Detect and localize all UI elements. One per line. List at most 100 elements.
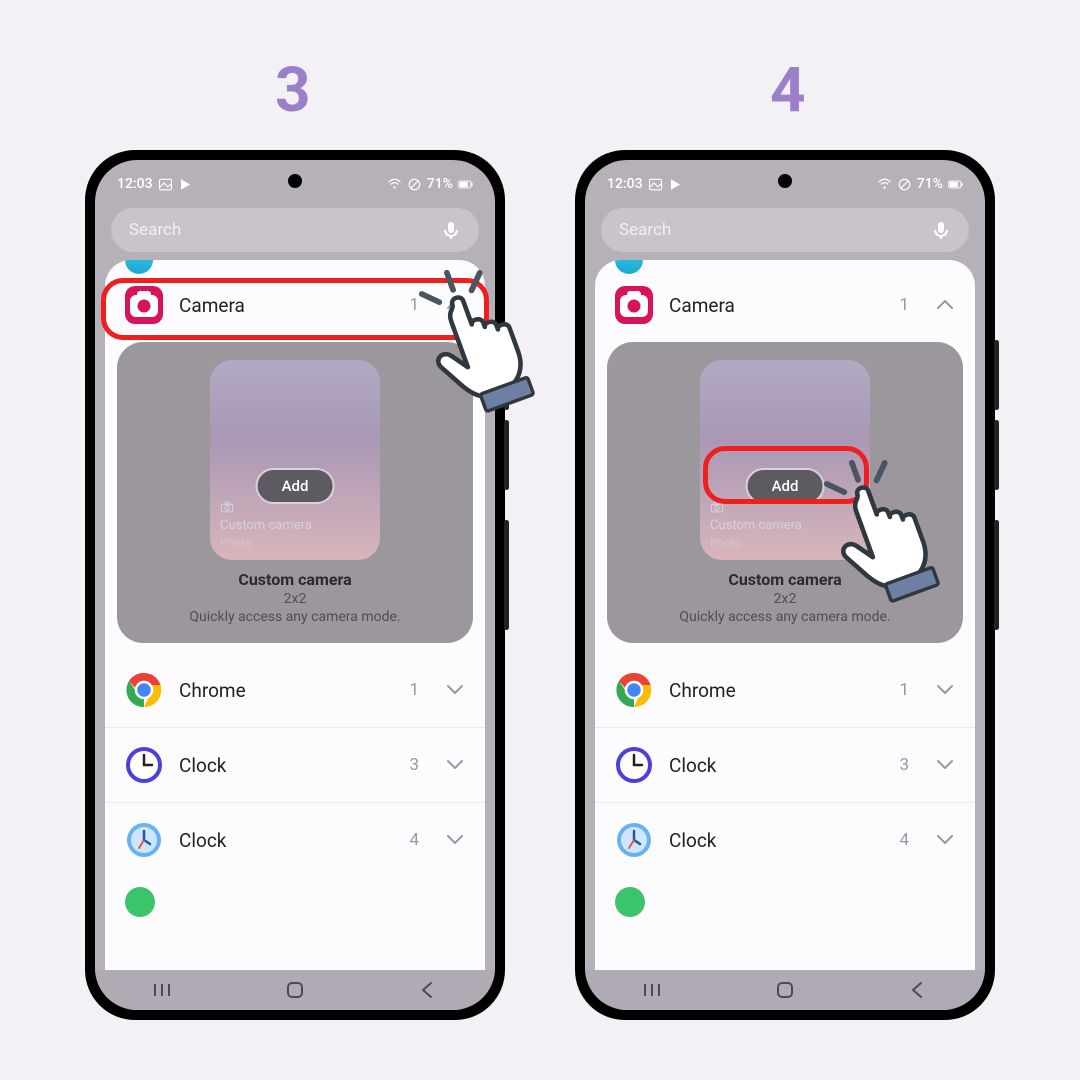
add-widget-button[interactable]: Add (256, 468, 335, 504)
camera-row-count: 1 (409, 295, 419, 315)
step-number-3: 3 (275, 54, 311, 127)
camera-row[interactable]: Camera 1 (595, 260, 975, 342)
status-time: 12:03 (117, 176, 153, 192)
widget-preview[interactable]: Add Custom camera Photo (210, 360, 380, 560)
chevron-down-icon (935, 755, 955, 775)
clock-google-row[interactable]: Clock 4 (105, 803, 485, 877)
camera-app-icon (125, 286, 163, 324)
chrome-row-label: Chrome (179, 679, 246, 702)
chevron-down-icon (445, 680, 465, 700)
widget-size: 2x2 (137, 591, 453, 607)
clock-google-icon (125, 821, 163, 859)
next-app-peek (615, 887, 645, 917)
clock-samsung-icon (125, 746, 163, 784)
clock-samsung-icon (615, 746, 653, 784)
battery-percent: 71% (427, 176, 453, 192)
gallery-icon (648, 177, 663, 192)
camera-app-icon (615, 286, 653, 324)
volume-down-button[interactable] (994, 420, 999, 490)
search-bar[interactable]: Search (111, 208, 479, 252)
widget-list-panel: Camera 1 Add Custom camera Photo Custom … (595, 260, 975, 970)
search-placeholder: Search (619, 220, 671, 240)
add-widget-button[interactable]: Add (746, 468, 825, 504)
step-number-4: 4 (770, 54, 806, 127)
chevron-down-icon (935, 680, 955, 700)
camera-row-label: Camera (669, 294, 735, 317)
volume-up-button[interactable] (504, 340, 509, 410)
clock-samsung-count: 3 (409, 755, 419, 775)
next-app-peek (125, 887, 155, 917)
chrome-row-count: 1 (899, 680, 909, 700)
clock-samsung-row[interactable]: Clock 3 (595, 728, 975, 803)
widget-list-panel: Camera 1 Add Custom camera Photo Custom … (105, 260, 485, 970)
search-bar[interactable]: Search (601, 208, 969, 252)
clock-samsung-label: Clock (179, 754, 226, 777)
wifi-icon (877, 177, 892, 192)
clock-google-count: 4 (899, 830, 909, 850)
power-button[interactable] (504, 520, 509, 630)
preview-subtitle: Photo (710, 536, 742, 550)
clock-samsung-count: 3 (899, 755, 909, 775)
chevron-down-icon (445, 755, 465, 775)
search-placeholder: Search (129, 220, 181, 240)
front-camera-hole (288, 174, 302, 188)
clock-samsung-row[interactable]: Clock 3 (105, 728, 485, 803)
home-button[interactable] (283, 978, 307, 1002)
chrome-app-icon (125, 671, 163, 709)
play-store-icon (178, 177, 193, 192)
wifi-icon (387, 177, 402, 192)
clock-google-icon (615, 821, 653, 859)
camera-row-label: Camera (179, 294, 245, 317)
volume-up-button[interactable] (994, 340, 999, 410)
clock-google-label: Clock (179, 829, 226, 852)
camera-widget-panel: Add Custom camera Photo Custom camera 2x… (607, 342, 963, 643)
camera-row-count: 1 (899, 295, 909, 315)
recents-button[interactable] (640, 978, 664, 1002)
power-button[interactable] (994, 520, 999, 630)
chevron-down-icon (445, 830, 465, 850)
widget-size: 2x2 (627, 591, 943, 607)
nav-bar (95, 970, 495, 1010)
widget-title: Custom camera (627, 570, 943, 589)
phone-step-4: 12:03 71% Search Camera 1 (575, 150, 995, 1020)
clock-google-row[interactable]: Clock 4 (595, 803, 975, 877)
phone-step-3: 12:03 71% Search Camera 1 (85, 150, 505, 1020)
dnd-icon (407, 177, 422, 192)
widget-preview[interactable]: Add Custom camera Photo (700, 360, 870, 560)
chevron-up-icon (445, 295, 465, 315)
recents-button[interactable] (150, 978, 174, 1002)
battery-percent: 71% (917, 176, 943, 192)
home-button[interactable] (773, 978, 797, 1002)
camera-widget-panel: Add Custom camera Photo Custom camera 2x… (117, 342, 473, 643)
preview-camera-icon (710, 500, 724, 514)
battery-icon (458, 177, 473, 192)
preview-title: Custom camera (710, 518, 802, 533)
chrome-row-label: Chrome (669, 679, 736, 702)
battery-icon (948, 177, 963, 192)
chrome-app-icon (615, 671, 653, 709)
back-button[interactable] (416, 978, 440, 1002)
preview-subtitle: Photo (220, 536, 252, 550)
chrome-row-count: 1 (409, 680, 419, 700)
chrome-row[interactable]: Chrome 1 (595, 653, 975, 728)
nav-bar (585, 970, 985, 1010)
widget-description: Quickly access any camera mode. (627, 609, 943, 625)
front-camera-hole (778, 174, 792, 188)
dnd-icon (897, 177, 912, 192)
clock-google-label: Clock (669, 829, 716, 852)
widget-title: Custom camera (137, 570, 453, 589)
chrome-row[interactable]: Chrome 1 (105, 653, 485, 728)
camera-row[interactable]: Camera 1 (105, 260, 485, 342)
status-time: 12:03 (607, 176, 643, 192)
gallery-icon (158, 177, 173, 192)
back-button[interactable] (906, 978, 930, 1002)
mic-icon[interactable] (441, 220, 461, 240)
mic-icon[interactable] (931, 220, 951, 240)
clock-samsung-label: Clock (669, 754, 716, 777)
chevron-up-icon (935, 295, 955, 315)
chevron-down-icon (935, 830, 955, 850)
preview-camera-icon (220, 500, 234, 514)
play-store-icon (668, 177, 683, 192)
volume-down-button[interactable] (504, 420, 509, 490)
clock-google-count: 4 (409, 830, 419, 850)
